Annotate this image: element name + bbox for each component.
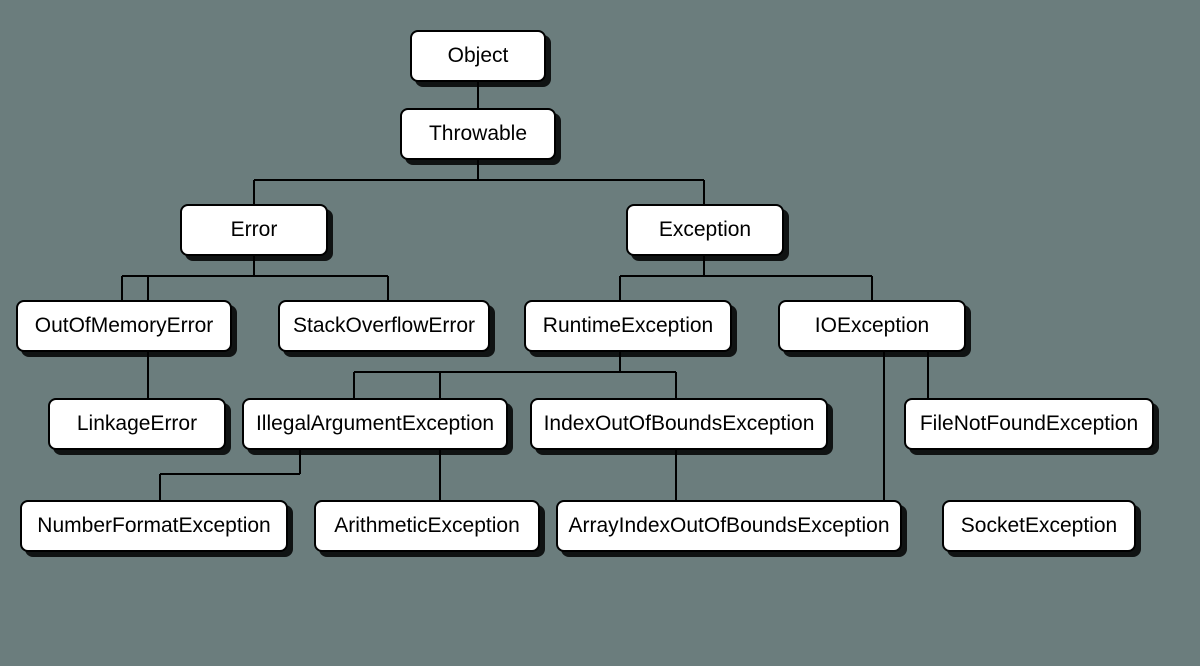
node-object: Object [410, 30, 546, 82]
node-io-exception: IOException [778, 300, 966, 352]
node-number-format-exception: NumberFormatException [20, 500, 288, 552]
node-exception: Exception [626, 204, 784, 256]
node-linkage-error: LinkageError [48, 398, 226, 450]
node-arithmetic-exception: ArithmeticException [314, 500, 540, 552]
node-file-not-found-exception: FileNotFoundException [904, 398, 1154, 450]
node-array-index-out-of-bounds-exception: ArrayIndexOutOfBoundsException [556, 500, 902, 552]
node-index-out-of-bounds-exception: IndexOutOfBoundsException [530, 398, 828, 450]
node-socket-exception: SocketException [942, 500, 1136, 552]
node-stack-overflow-error: StackOverflowError [278, 300, 490, 352]
node-out-of-memory-error: OutOfMemoryError [16, 300, 232, 352]
node-throwable: Throwable [400, 108, 556, 160]
node-error: Error [180, 204, 328, 256]
node-illegal-argument-exception: IllegalArgumentException [242, 398, 508, 450]
node-runtime-exception: RuntimeException [524, 300, 732, 352]
